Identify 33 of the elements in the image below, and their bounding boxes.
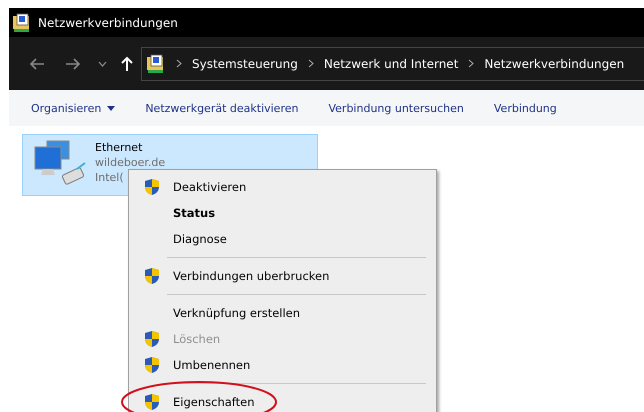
menu-item[interactable]: Diagnose	[131, 226, 434, 252]
breadcrumb-item[interactable]: Systemsteuerung	[192, 56, 298, 70]
address-bar[interactable]: Systemsteuerung Netzwerk und Internet Netzwerkverbindungen	[141, 46, 644, 80]
shield-icon	[144, 267, 160, 285]
chevron-icon	[176, 59, 182, 68]
breadcrumb-item[interactable]: Netzwerk und Internet	[324, 56, 458, 70]
up-arrow-icon	[120, 56, 134, 72]
menu-item[interactable]: Eigenschaften	[131, 389, 434, 412]
connection-domain: wildeboer.de	[95, 156, 166, 170]
window-title: Netzwerkverbindungen	[38, 16, 178, 30]
chevron-down-icon	[98, 60, 106, 66]
forward-arrow-icon	[65, 56, 81, 70]
chevron-icon	[308, 59, 314, 68]
back-arrow-icon	[29, 56, 45, 70]
menu-item[interactable]: Umbenennen	[131, 352, 434, 378]
breadcrumb-item[interactable]: Netzwerkverbindungen	[484, 56, 624, 70]
menu-item[interactable]: Verknüpfung erstellen	[131, 300, 434, 326]
shield-icon	[144, 356, 160, 374]
caret-icon	[107, 106, 116, 110]
toolbar-button[interactable]: Netzwerkgerät deaktivieren	[145, 102, 298, 114]
connection-adapter: Intel(	[95, 171, 125, 185]
window-icon	[12, 12, 32, 32]
shield-icon	[144, 178, 160, 196]
location-icon	[146, 54, 166, 74]
chevron-icon	[468, 59, 474, 68]
toolbar-button[interactable]: Verbindung untersuchen	[328, 102, 464, 114]
connection-name: Ethernet	[95, 141, 144, 155]
menu-item[interactable]: Verbindungen uberbrucken	[131, 263, 434, 289]
shield-icon	[144, 330, 160, 348]
shield-icon	[144, 393, 160, 411]
toolbar-button[interactable]: Organisieren	[31, 102, 116, 114]
toolbar-button[interactable]: Verbindung	[494, 102, 557, 114]
menu-item[interactable]: Status	[131, 200, 434, 226]
